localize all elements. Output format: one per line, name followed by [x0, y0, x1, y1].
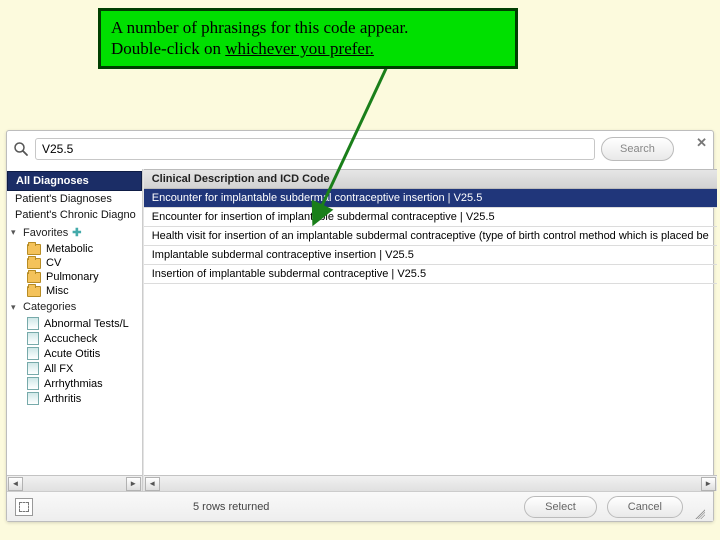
- file-icon: [27, 362, 39, 375]
- resize-handle-icon[interactable]: [693, 507, 705, 519]
- search-button[interactable]: Search: [601, 137, 674, 161]
- favorite-pulmonary[interactable]: Pulmonary: [7, 270, 142, 284]
- category-label: Arthritis: [44, 393, 81, 405]
- folder-icon: [27, 258, 41, 269]
- category-accucheck[interactable]: Accucheck: [7, 331, 142, 346]
- callout-line1: A number of phrasings for this code appe…: [111, 18, 408, 37]
- category-arthritis[interactable]: Arthritis: [7, 391, 142, 406]
- category-all-fx[interactable]: All FX: [7, 361, 142, 376]
- file-icon: [27, 317, 39, 330]
- category-label: All FX: [44, 363, 73, 375]
- close-icon[interactable]: ✕: [696, 135, 707, 151]
- scroll-right-icon[interactable]: ►: [126, 477, 141, 491]
- favorite-cv[interactable]: CV: [7, 256, 142, 270]
- favorite-label: CV: [46, 257, 61, 269]
- favorite-label: Pulmonary: [46, 271, 99, 283]
- results-scrollbar[interactable]: ◄ ►: [144, 475, 717, 491]
- file-icon: [27, 347, 39, 360]
- result-row[interactable]: Implantable subdermal contraceptive inse…: [144, 246, 717, 265]
- favorite-metabolic[interactable]: Metabolic: [7, 242, 142, 256]
- file-icon: [27, 332, 39, 345]
- results-column-header[interactable]: Clinical Description and ICD Code: [144, 169, 717, 189]
- favorites-header[interactable]: ▾ Favorites ✚: [7, 223, 142, 242]
- folder-icon: [27, 286, 41, 297]
- sidebar-patients-chronic[interactable]: Patient's Chronic Diagno: [7, 207, 142, 223]
- result-row[interactable]: Health visit for insertion of an implant…: [144, 227, 717, 246]
- plus-icon[interactable]: ✚: [72, 226, 81, 239]
- results-panel: Clinical Description and ICD Code Encoun…: [143, 169, 717, 491]
- category-label: Abnormal Tests/L: [44, 318, 129, 330]
- callout-line2a: Double-click on: [111, 39, 225, 58]
- sidebar: All Diagnoses Patient's Diagnoses Patien…: [7, 169, 143, 491]
- favorites-label: Favorites: [23, 227, 68, 239]
- scroll-left-icon[interactable]: ◄: [145, 477, 160, 491]
- results-list: Encounter for implantable subdermal cont…: [144, 189, 717, 475]
- category-arrhythmias[interactable]: Arrhythmias: [7, 376, 142, 391]
- scroll-right-icon[interactable]: ►: [701, 477, 716, 491]
- sidebar-patients-diagnoses[interactable]: Patient's Diagnoses: [7, 191, 142, 207]
- folder-icon: [27, 272, 41, 283]
- preview-toggle[interactable]: [15, 498, 33, 516]
- category-abnormal[interactable]: Abnormal Tests/L: [7, 316, 142, 331]
- favorite-misc[interactable]: Misc: [7, 284, 142, 298]
- chevron-down-icon: ▾: [11, 302, 19, 313]
- file-icon: [27, 392, 39, 405]
- result-row[interactable]: Encounter for insertion of implantable s…: [144, 208, 717, 227]
- select-button[interactable]: Select: [524, 496, 597, 518]
- cancel-button[interactable]: Cancel: [607, 496, 683, 518]
- result-row[interactable]: Encounter for implantable subdermal cont…: [144, 189, 717, 208]
- scroll-left-icon[interactable]: ◄: [8, 477, 23, 491]
- footer-bar: 5 rows returned Select Cancel: [7, 491, 713, 521]
- callout-line2b: whichever you prefer.: [225, 39, 374, 58]
- instruction-callout: A number of phrasings for this code appe…: [98, 8, 518, 69]
- category-label: Arrhythmias: [44, 378, 103, 390]
- search-input[interactable]: [35, 138, 595, 160]
- search-bar: Search: [7, 131, 713, 169]
- folder-icon: [27, 244, 41, 255]
- sidebar-all-diagnoses[interactable]: All Diagnoses: [7, 171, 142, 191]
- file-icon: [27, 377, 39, 390]
- search-icon: [13, 141, 29, 157]
- category-label: Acute Otitis: [44, 348, 100, 360]
- chevron-down-icon: ▾: [11, 227, 19, 238]
- category-acute-otitis[interactable]: Acute Otitis: [7, 346, 142, 361]
- result-row[interactable]: Insertion of implantable subdermal contr…: [144, 265, 717, 284]
- favorite-label: Metabolic: [46, 243, 93, 255]
- categories-label: Categories: [23, 301, 76, 313]
- diagnosis-search-window: ✕ Search All Diagnoses Patient's Diagnos…: [6, 130, 714, 522]
- sidebar-scrollbar[interactable]: ◄ ►: [7, 475, 142, 491]
- content-area: All Diagnoses Patient's Diagnoses Patien…: [7, 169, 713, 491]
- status-text: 5 rows returned: [193, 501, 269, 513]
- categories-header[interactable]: ▾ Categories: [7, 298, 142, 316]
- favorite-label: Misc: [46, 285, 69, 297]
- category-label: Accucheck: [44, 333, 97, 345]
